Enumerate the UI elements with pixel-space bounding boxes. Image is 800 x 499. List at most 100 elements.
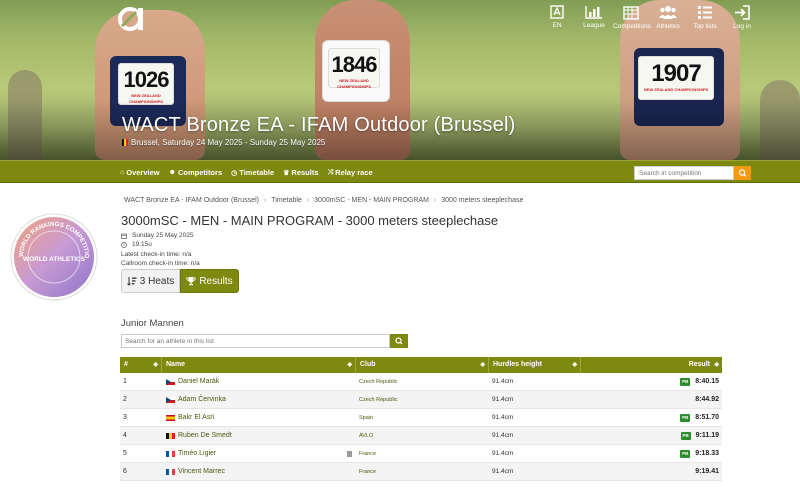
competition-subtitle: Brussel, Saturday 24 May 2025 - Sunday 2…: [122, 138, 325, 147]
nav-label: Results: [291, 168, 319, 177]
competition-search-button[interactable]: [734, 166, 751, 180]
breadcrumb-event[interactable]: 3000mSC - MEN - MAIN PROGRAM: [314, 197, 429, 204]
row-result: 9:19.41: [695, 463, 719, 481]
nav-competitors[interactable]: ☻ Competitors: [169, 168, 223, 177]
topnav-login[interactable]: Log in: [724, 5, 760, 30]
competition-location-date: Brussel, Saturday 24 May 2025 - Sunday 2…: [131, 138, 326, 147]
event-date: Sunday 25 May 2025: [121, 232, 193, 239]
col-header-label: Name: [166, 361, 186, 368]
row-result: PB 8:51.70: [680, 409, 719, 427]
row-position: 3: [123, 414, 127, 421]
col-header-label: #: [124, 361, 128, 368]
topnav-top-lists[interactable]: Top lists: [687, 5, 723, 30]
site-logo-icon[interactable]: [118, 6, 146, 32]
row-club-link[interactable]: Czech Republic: [359, 391, 398, 409]
bib-number: 1846: [331, 52, 378, 77]
heats-button[interactable]: 3 Heats: [121, 269, 180, 293]
badge-center-text: WORLD ATHLETICS: [23, 256, 86, 263]
row-club-link[interactable]: France: [359, 445, 376, 463]
nav-overview[interactable]: ⌂ Overview: [120, 168, 160, 177]
topnav-competitions[interactable]: Competitions: [613, 5, 651, 30]
row-athlete-link[interactable]: Vincent Marrec: [166, 463, 225, 481]
pb-badge: PB: [680, 432, 691, 440]
spain-flag-icon: [166, 415, 175, 421]
row-club-link[interactable]: France: [359, 463, 376, 481]
row-athlete-link[interactable]: Ruben De Smedt: [166, 427, 232, 445]
breadcrumb-competition[interactable]: WACT Bronze EA - IFAM Outdoor (Brussel): [124, 197, 259, 204]
search-icon: [738, 169, 747, 177]
athlete-filter-button[interactable]: [390, 334, 408, 348]
col-header-hurdles[interactable]: Hurdles height ◆: [489, 357, 581, 373]
row-club-link[interactable]: Spain: [359, 409, 373, 427]
competition-navbar: ⌂ Overview ☻ Competitors ◷ Timetable ♛ R…: [0, 160, 800, 183]
users-icon: [659, 6, 677, 19]
topnav-label: EN: [552, 22, 562, 29]
bib-number: 1907: [651, 60, 701, 87]
users-icon: ☻: [168, 169, 176, 176]
runner-bib: 1846 NEW ZEALAND CHAMPIONSHIPS: [328, 48, 380, 89]
results-button[interactable]: Results: [180, 269, 239, 293]
topnav-label: Top lists: [693, 23, 717, 30]
row-hurdles: 91.4cm: [492, 396, 514, 403]
trophy-icon: ♛: [283, 169, 290, 177]
athlete-filter-input[interactable]: [121, 334, 390, 348]
nav-relay-race[interactable]: ⤨ Relay race: [328, 168, 373, 177]
col-header-label: Result: [688, 361, 710, 368]
calendar-icon: [121, 233, 127, 239]
row-club-link[interactable]: Czech Republic: [359, 373, 398, 391]
sort-list-icon: [126, 277, 137, 286]
belgium-flag-icon: [166, 433, 175, 439]
topnav-language[interactable]: EN: [539, 5, 575, 30]
pb-badge: PB: [680, 378, 691, 386]
nav-results[interactable]: ♛ Results: [283, 168, 318, 177]
nav-label: Timetable: [239, 168, 275, 177]
row-result: PB 9:11.19: [680, 427, 719, 445]
topnav-athletes[interactable]: Athletes: [650, 5, 686, 30]
competition-search-input[interactable]: [634, 166, 734, 180]
pb-badge: PB: [680, 450, 691, 458]
col-header-club[interactable]: Club ◆: [356, 357, 489, 373]
row-athlete-name: Vincent Marrec: [178, 468, 225, 475]
world-rankings-badge-icon: WORLD RANKINGS COMPETITION WORLD ATHLETI…: [9, 212, 98, 301]
row-hurdles: 91.4cm: [492, 450, 514, 457]
belgium-flag-icon: [122, 139, 128, 146]
table-row[interactable]: 5 Timéo Ligier France 91.4cm PB 9:18.33: [120, 445, 722, 463]
row-athlete-link[interactable]: Timéo Ligier: [166, 445, 216, 463]
row-result: 8:44.92: [695, 391, 719, 409]
document-icon[interactable]: [347, 451, 352, 457]
results-button-label: Results: [199, 275, 233, 287]
breadcrumb: WACT Bronze EA - IFAM Outdoor (Brussel) …: [124, 197, 523, 204]
table-row[interactable]: 1 Daniel Marák Czech Republic 91.4cm PB 8…: [120, 373, 722, 391]
nav-label: Overview: [126, 168, 160, 177]
checkin-time: Latest check-in time: n/a: [121, 251, 192, 258]
top-navigation: EN League Competitions Athletes Top list…: [538, 5, 760, 30]
table-row[interactable]: 6 Vincent Marrec France 91.4cm 9:19.41: [120, 463, 722, 481]
topnav-label: Log in: [733, 23, 751, 30]
col-header-result[interactable]: Result ◆: [581, 357, 722, 373]
bar-chart-icon: [585, 6, 602, 19]
topnav-league[interactable]: League: [576, 5, 612, 30]
table-row[interactable]: 3 Bakr El Asri Spain 91.4cm PB 8:51.70: [120, 409, 722, 427]
bib-caption: NEW ZEALAND CHAMPIONSHIPS: [337, 78, 371, 89]
breadcrumb-current: 3000 meters steeplechase: [441, 197, 524, 204]
france-flag-icon: [166, 469, 175, 475]
row-club-link[interactable]: AVLO: [359, 427, 373, 445]
hero-banner: 1026 NEW ZEALAND CHAMPIONSHIPS 1846 NEW …: [0, 0, 800, 160]
nav-timetable[interactable]: ◷ Timetable: [231, 168, 274, 177]
event-date-text: Sunday 25 May 2025: [132, 232, 194, 239]
row-athlete-link[interactable]: Bakr El Asri: [166, 409, 214, 427]
table-row[interactable]: 4 Ruben De Smedt AVLO 91.4cm PB 9:11.19: [120, 427, 722, 445]
row-athlete-link[interactable]: Adam Červinka: [166, 391, 226, 409]
col-header-name[interactable]: Name ◆: [162, 357, 356, 373]
breadcrumb-timetable[interactable]: Timetable: [271, 197, 301, 204]
table-header: # ◆ Name ◆ Club ◆ Hurdles height ◆ Resul…: [120, 357, 722, 373]
callroom-time: Callroom check-in time: n/a: [121, 260, 200, 267]
row-hurdles: 91.4cm: [492, 468, 514, 475]
row-result-time: 9:19.41: [695, 468, 719, 475]
table-row[interactable]: 2 Adam Červinka Czech Republic 91.4cm 8:…: [120, 391, 722, 409]
event-title: 3000mSC - MEN - MAIN PROGRAM - 3000 mete…: [121, 213, 499, 228]
col-header-position[interactable]: # ◆: [120, 357, 162, 373]
row-result-time: 9:11.19: [695, 432, 719, 439]
row-athlete-link[interactable]: Daniel Marák: [166, 373, 219, 391]
runner-bib: 1026 NEW ZEALAND CHAMPIONSHIPS: [118, 63, 174, 105]
